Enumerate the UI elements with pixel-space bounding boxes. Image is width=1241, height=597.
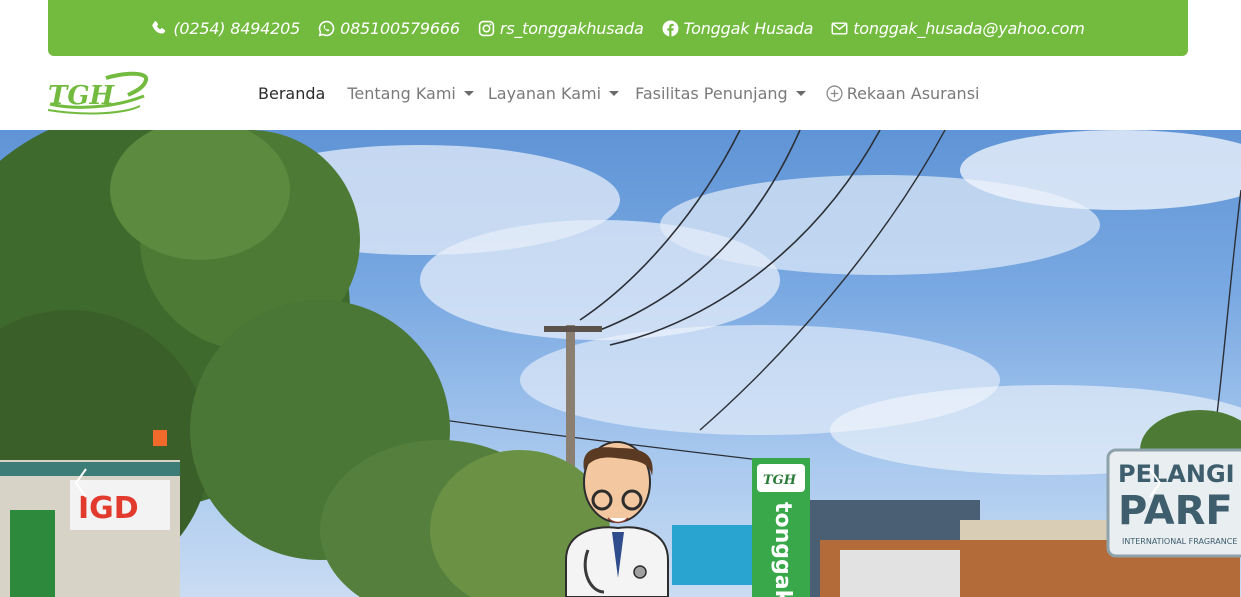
caret-down-icon — [795, 90, 806, 96]
contact-instagram[interactable]: rs_tonggakhusada — [478, 19, 644, 38]
contact-list: (0254) 8494205 085100579666 rs_tonggakhu… — [151, 18, 1085, 38]
sign-parf: PARF — [1118, 488, 1233, 534]
banner-logo: TGH — [763, 473, 797, 488]
main-navbar: TGH Beranda Tentang Kami Layanan Kami Fa… — [0, 56, 1241, 130]
nav-rekaan-asuransi-label: Rekaan Asuransi — [846, 83, 980, 103]
contact-email-text: tonggak_husada@yahoo.com — [853, 18, 1085, 38]
contact-facebook-text: Tonggak Husada — [683, 18, 814, 38]
nav-fasilitas-penunjang-label: Fasilitas Penunjang — [635, 83, 788, 103]
plus-circle-icon — [826, 84, 843, 102]
nav-fasilitas-penunjang[interactable]: Fasilitas Penunjang — [635, 84, 806, 103]
caret-down-icon — [609, 90, 620, 96]
hero-carousel: IGD PELANGI PARF INTERNATIONAL FRAGRANCE… — [0, 130, 1241, 597]
nav-tentang-kami[interactable]: Tentang Kami — [347, 84, 474, 103]
nav-menu: Beranda Tentang Kami Layanan Kami Fasili… — [258, 56, 1001, 130]
banner-tonggak: tonggak — [770, 502, 795, 597]
envelope-icon — [831, 21, 848, 35]
contact-email[interactable]: tonggak_husada@yahoo.com — [831, 18, 1085, 38]
brand-logo[interactable]: TGH — [44, 70, 148, 116]
contact-facebook[interactable]: Tonggak Husada — [662, 18, 814, 38]
carousel-next-button[interactable] — [1144, 465, 1166, 501]
nav-beranda-label: Beranda — [258, 83, 326, 103]
sign-international: INTERNATIONAL FRAGRANCE — [1122, 537, 1237, 546]
contact-whatsapp[interactable]: 085100579666 — [318, 19, 460, 38]
logo-text: TGH — [48, 81, 116, 111]
contact-bar: (0254) 8494205 085100579666 rs_tonggakhu… — [48, 0, 1188, 56]
contact-phone[interactable]: (0254) 8494205 — [151, 19, 300, 38]
nav-rekaan-asuransi[interactable]: Rekaan Asuransi — [826, 83, 980, 103]
caret-down-icon — [463, 90, 474, 96]
phone-icon — [152, 20, 166, 34]
contact-whatsapp-text: 085100579666 — [340, 18, 460, 38]
contact-instagram-text: rs_tonggakhusada — [499, 18, 644, 38]
facebook-icon — [662, 20, 679, 36]
sign-pelangi: PELANGI — [1118, 460, 1235, 488]
whatsapp-icon — [318, 20, 335, 36]
nav-tentang-kami-label: Tentang Kami — [347, 83, 456, 103]
hero-image: IGD PELANGI PARF INTERNATIONAL FRAGRANCE… — [0, 130, 1241, 597]
carousel-prev-button[interactable] — [70, 465, 92, 501]
chevron-left-icon — [74, 468, 87, 498]
chevron-right-icon — [1149, 468, 1162, 498]
contact-phone-text: (0254) 8494205 — [173, 18, 301, 38]
nav-layanan-kami[interactable]: Layanan Kami — [487, 83, 620, 103]
instagram-icon — [478, 20, 495, 36]
nav-beranda[interactable]: Beranda — [258, 84, 325, 103]
tgh-logo-icon: TGH — [47, 71, 148, 115]
nav-layanan-kami-label: Layanan Kami — [487, 83, 602, 103]
